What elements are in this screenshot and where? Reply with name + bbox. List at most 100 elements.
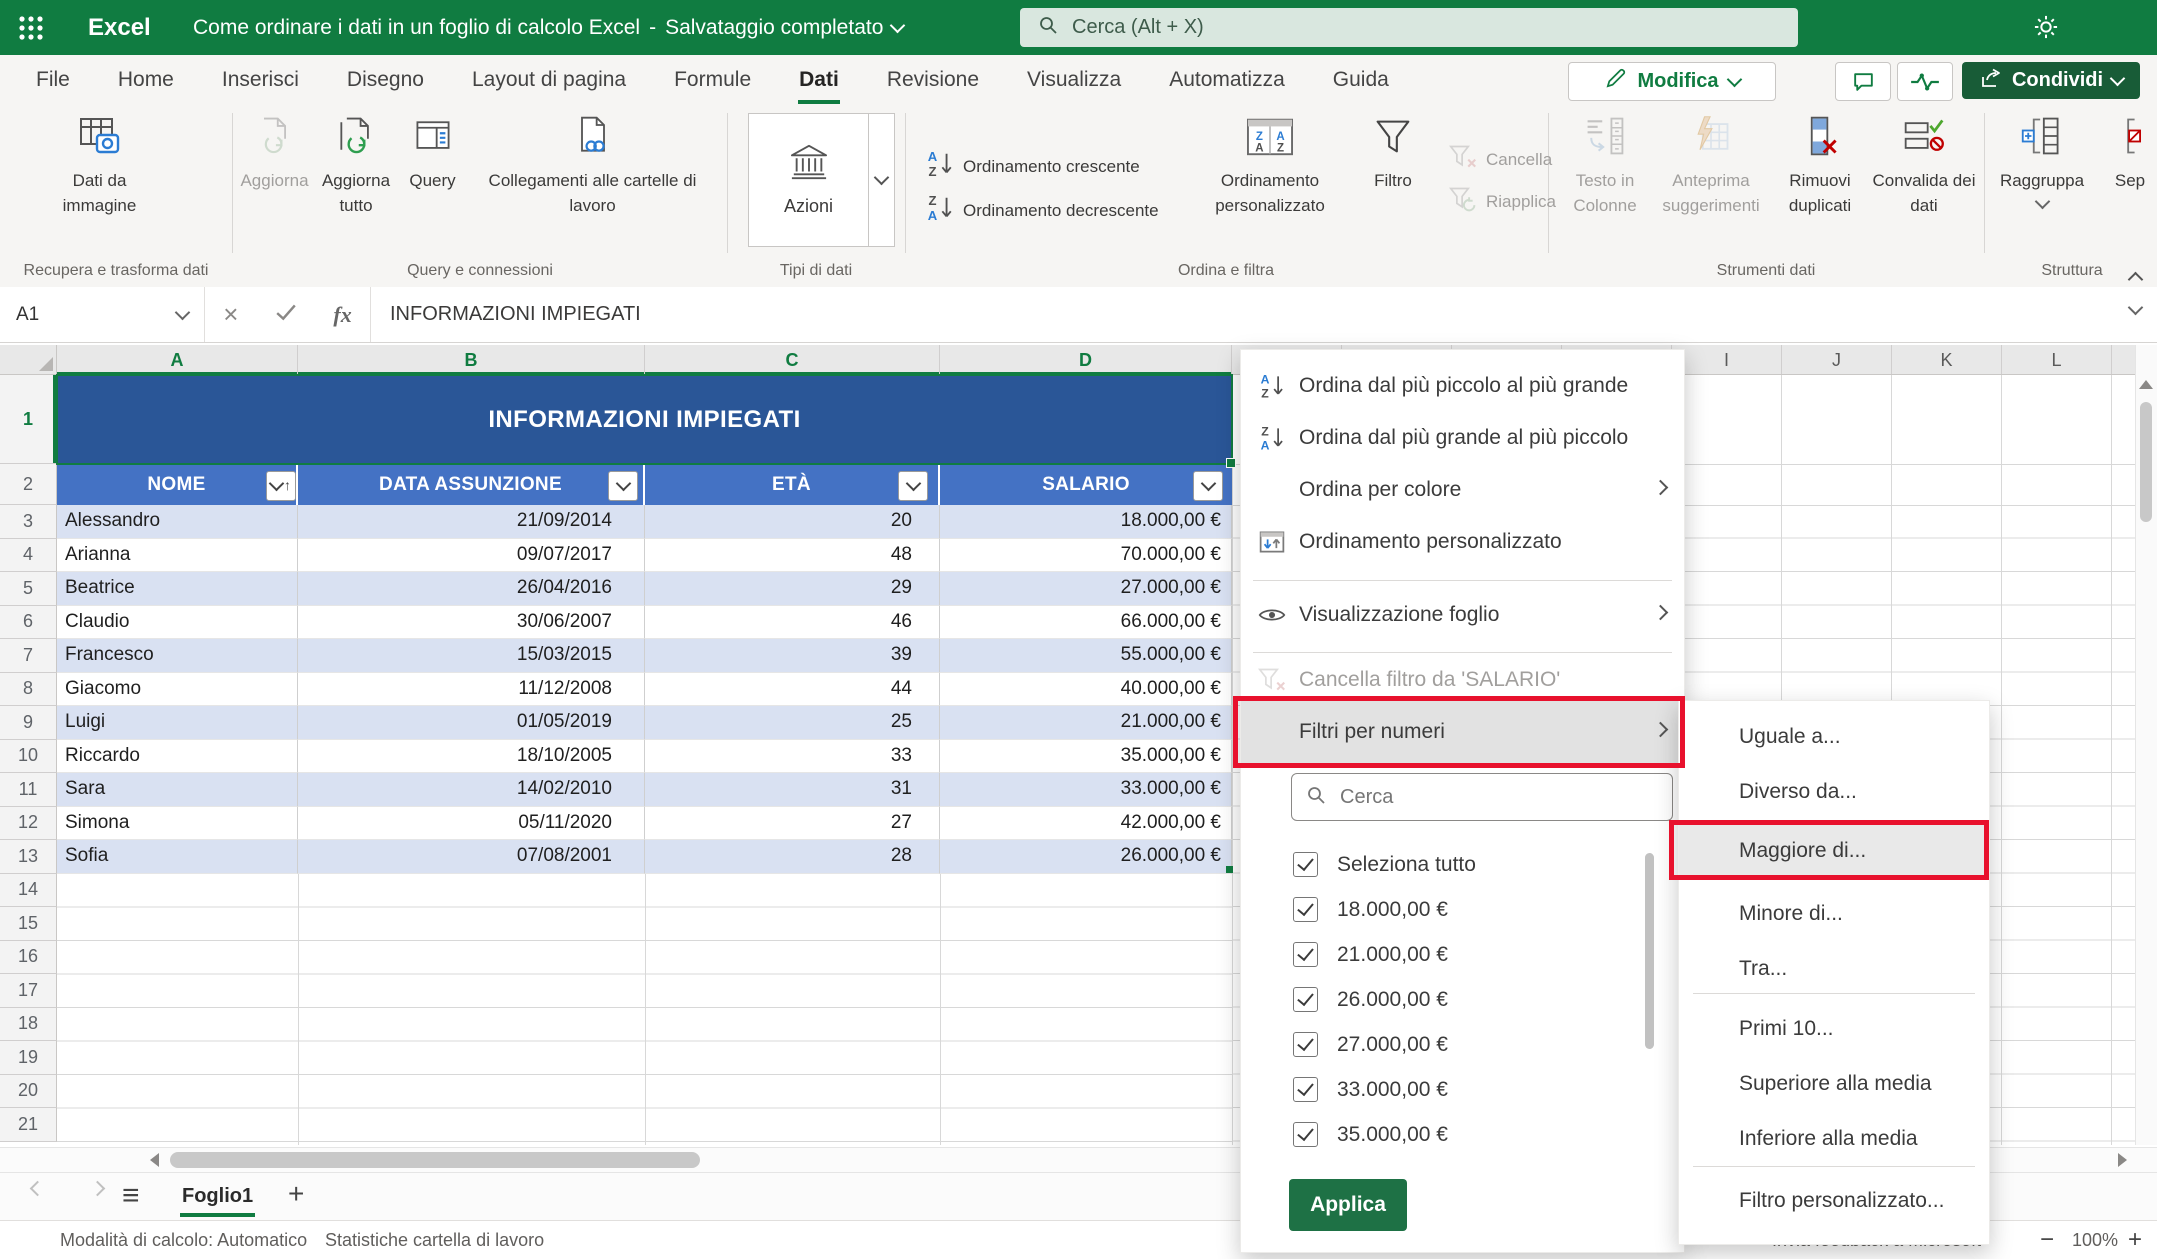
filter-value-item[interactable]: 26.000,00 € [1241, 977, 1684, 1022]
filter-button-data-assunzione[interactable] [608, 471, 638, 501]
insert-function-icon[interactable]: fx [333, 302, 351, 328]
cell-eta[interactable]: 27 [645, 807, 940, 841]
formula-input-area[interactable] [388, 287, 1892, 342]
menu-item-sheet-view[interactable]: Visualizzazione foglio [1241, 590, 1684, 640]
collegamenti-cartelle-button[interactable]: Collegamenti alle cartelle di lavoro [465, 110, 720, 218]
expand-formula-bar-icon[interactable] [2128, 300, 2144, 316]
cell-eta[interactable]: 29 [645, 572, 940, 606]
convalida-dati-button[interactable]: Convalida dei dati [1868, 110, 1980, 218]
column-header[interactable]: L [2002, 345, 2112, 375]
row-header[interactable]: 12 [0, 807, 57, 841]
cell-data-assunzione[interactable]: 18/10/2005 [298, 740, 645, 774]
tab-guida[interactable]: Guida [1309, 55, 1413, 105]
row-header[interactable]: 17 [0, 974, 57, 1008]
confirm-check-icon[interactable] [275, 302, 297, 328]
row-header[interactable]: 6 [0, 606, 57, 640]
apply-filter-button[interactable]: Applica [1289, 1179, 1407, 1231]
table-header-cell[interactable]: DATA ASSUNZIONE [298, 464, 645, 505]
menu-item-sort-largest[interactable]: ZA Ordina dal più grande al più piccolo [1241, 413, 1684, 463]
previous-sheet-icon[interactable] [30, 1181, 46, 1197]
cell-nome[interactable]: Giacomo [57, 673, 298, 707]
column-header[interactable]: D [940, 345, 1232, 375]
filter-value-item[interactable]: 18.000,00 € [1241, 887, 1684, 932]
submenu-item-top-10[interactable]: Primi 10... [1679, 1001, 1989, 1056]
row-header[interactable]: 4 [0, 539, 57, 573]
cancel-icon[interactable]: × [223, 299, 238, 330]
checkbox-checked-icon[interactable] [1293, 852, 1318, 877]
cell-nome[interactable]: Arianna [57, 539, 298, 573]
row-header[interactable]: 3 [0, 505, 57, 539]
aggiorna-tutto-button[interactable]: Aggiorna tutto [312, 110, 400, 218]
column-header[interactable]: I [1672, 345, 1782, 375]
collapse-ribbon-icon[interactable] [2128, 272, 2144, 288]
filter-search-box[interactable] [1291, 773, 1673, 821]
cell-data-assunzione[interactable]: 21/09/2014 [298, 505, 645, 539]
tab-disegno[interactable]: Disegno [323, 55, 448, 105]
cell-eta[interactable]: 44 [645, 673, 940, 707]
next-sheet-icon[interactable] [90, 1181, 106, 1197]
cell-salario[interactable]: 70.000,00 € [940, 539, 1232, 573]
menu-item-custom-sort[interactable]: Ordinamento personalizzato [1241, 517, 1684, 567]
checkbox-checked-icon[interactable] [1293, 942, 1318, 967]
scroll-right-icon[interactable] [2118, 1153, 2127, 1167]
cell-eta[interactable]: 46 [645, 606, 940, 640]
azioni-gallery[interactable]: Azioni [748, 113, 895, 247]
row-header[interactable]: 8 [0, 673, 57, 707]
menu-item-sort-by-color[interactable]: Ordina per colore [1241, 465, 1684, 515]
cell-nome[interactable]: Sofia [57, 840, 298, 874]
column-header[interactable]: J [1782, 345, 1892, 375]
zoom-level[interactable]: 100% [2072, 1221, 2118, 1259]
cell-eta[interactable]: 31 [645, 773, 940, 807]
column-header[interactable]: M [2112, 345, 2135, 375]
table-header-cell[interactable]: NOME [57, 464, 298, 505]
cell-eta[interactable]: 20 [645, 505, 940, 539]
cell-salario[interactable]: 26.000,00 € [940, 840, 1232, 874]
rimuovi-duplicati-button[interactable]: Rimuovi duplicati [1770, 110, 1870, 218]
filter-value-item[interactable]: Seleziona tutto [1241, 842, 1684, 887]
zoom-in-icon[interactable]: + [2128, 1221, 2142, 1259]
cell-eta[interactable]: 48 [645, 539, 940, 573]
row-header[interactable]: 13 [0, 840, 57, 874]
cell-salario[interactable]: 55.000,00 € [940, 639, 1232, 673]
table-header-cell[interactable]: ETÀ [645, 464, 940, 505]
separa-button[interactable]: Sep [2100, 110, 2157, 193]
scroll-left-icon[interactable] [150, 1153, 159, 1167]
filtro-button[interactable]: Filtro [1348, 110, 1438, 193]
cell-data-assunzione[interactable]: 07/08/2001 [298, 840, 645, 874]
cell-data-assunzione[interactable]: 09/07/2017 [298, 539, 645, 573]
filter-list-scrollbar-thumb[interactable] [1645, 853, 1654, 1049]
comments-button[interactable] [1835, 62, 1891, 101]
row-header[interactable]: 15 [0, 907, 57, 941]
row-header[interactable]: 19 [0, 1041, 57, 1075]
column-header[interactable]: C [645, 345, 940, 375]
cell-nome[interactable]: Francesco [57, 639, 298, 673]
row-header[interactable]: 16 [0, 941, 57, 975]
checkbox-checked-icon[interactable] [1293, 1032, 1318, 1057]
checkbox-checked-icon[interactable] [1293, 1122, 1318, 1147]
tab-dati[interactable]: Dati [775, 55, 863, 105]
cell-data-assunzione[interactable]: 05/11/2020 [298, 807, 645, 841]
filter-value-item[interactable]: 35.000,00 € [1241, 1112, 1684, 1157]
cell-eta[interactable]: 28 [645, 840, 940, 874]
select-all-corner[interactable] [0, 345, 57, 375]
cell-data-assunzione[interactable]: 26/04/2016 [298, 572, 645, 606]
tab-formule[interactable]: Formule [650, 55, 775, 105]
cell-salario[interactable]: 35.000,00 € [940, 740, 1232, 774]
submenu-item-above-average[interactable]: Superiore alla media [1679, 1056, 1989, 1111]
cell-nome[interactable]: Simona [57, 807, 298, 841]
submenu-item-custom-filter[interactable]: Filtro personalizzato... [1679, 1173, 1989, 1228]
cell-data-assunzione[interactable]: 11/12/2008 [298, 673, 645, 707]
row-header[interactable]: 5 [0, 572, 57, 606]
ordinamento-crescente-button[interactable]: AZ Ordinamento crescente [925, 148, 1140, 185]
tab-inserisci[interactable]: Inserisci [198, 55, 323, 105]
app-launcher-icon[interactable] [17, 14, 45, 42]
scroll-up-icon[interactable] [2139, 380, 2153, 389]
row-header[interactable]: 9 [0, 706, 57, 740]
cell-salario[interactable]: 21.000,00 € [940, 706, 1232, 740]
menu-item-sort-smallest[interactable]: AZ Ordina dal più piccolo al più grande [1241, 361, 1684, 411]
query-button[interactable]: Query [400, 110, 465, 193]
column-header[interactable]: B [298, 345, 645, 375]
name-box[interactable]: A1 [0, 287, 205, 342]
submenu-item-equals[interactable]: Uguale a... [1679, 709, 1989, 764]
column-header[interactable]: K [1892, 345, 2002, 375]
